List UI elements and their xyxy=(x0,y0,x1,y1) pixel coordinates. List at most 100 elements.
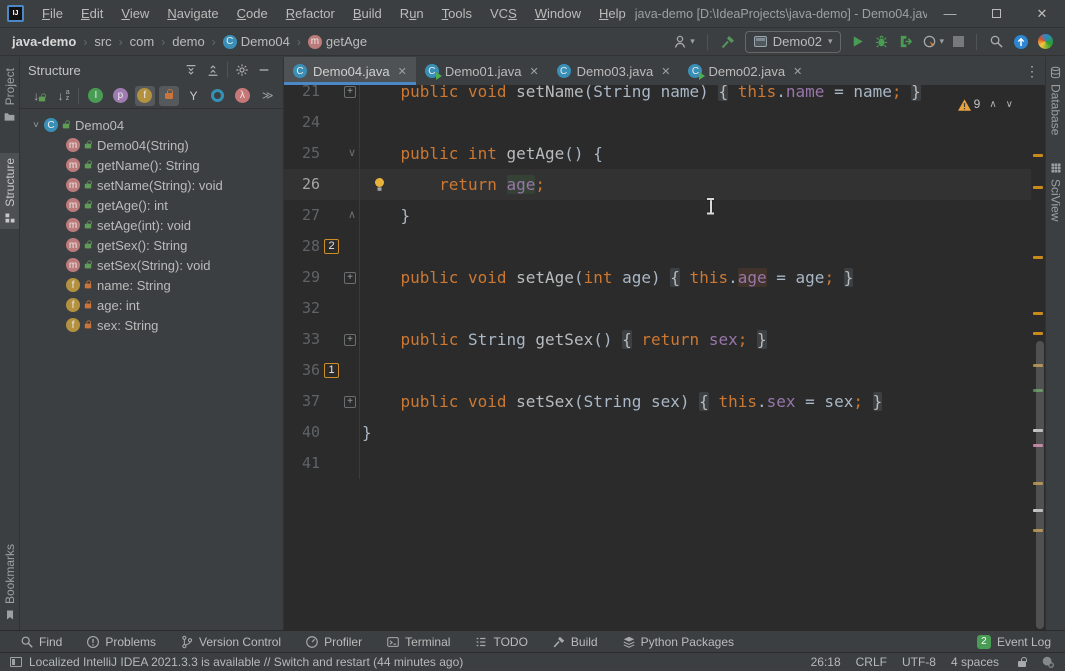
update-icon[interactable] xyxy=(1013,34,1029,50)
fold-marker[interactable]: ∨ xyxy=(348,138,356,169)
menu-navigate[interactable]: Navigate xyxy=(158,0,227,27)
show-lambdas-icon[interactable]: λ xyxy=(232,86,252,106)
structure-node[interactable]: ˅ C Demo04 xyxy=(20,115,283,135)
fold-marker[interactable]: + xyxy=(344,333,356,346)
minimize-button[interactable]: — xyxy=(927,0,973,27)
event-log-button[interactable]: 2 Event Log xyxy=(976,634,1057,649)
menu-edit[interactable]: Edit xyxy=(72,0,112,27)
code-line[interactable]: 26 return age; xyxy=(284,169,1031,200)
error-stripe-mark[interactable] xyxy=(1033,332,1043,335)
menu-vcs[interactable]: VCS xyxy=(481,0,526,27)
menu-window[interactable]: Window xyxy=(526,0,590,27)
error-stripe-mark[interactable] xyxy=(1033,186,1043,189)
code-line[interactable]: 32 xyxy=(284,293,1031,324)
maximize-button[interactable] xyxy=(973,0,1019,27)
fold-marker[interactable]: + xyxy=(344,395,356,408)
readonly-toggle-icon[interactable] xyxy=(1018,657,1027,667)
code-line[interactable]: 21 + public void setName(String name) { t… xyxy=(284,85,1031,107)
tool-tab-bookmarks[interactable]: Bookmarks xyxy=(0,539,19,626)
sort-alphabetically-icon[interactable]: ↓ a z xyxy=(50,86,70,106)
toolwindow-button-profiler[interactable]: Profiler xyxy=(293,631,374,652)
show-anonymous-icon[interactable] xyxy=(208,86,228,106)
menu-file[interactable]: File xyxy=(33,0,72,27)
indent-setting[interactable]: 4 spaces xyxy=(951,655,999,669)
structure-node[interactable]: f age: int xyxy=(20,295,283,315)
breadcrumb-item-demo04[interactable]: C Demo04 xyxy=(222,34,290,49)
structure-node[interactable]: m Demo04(String) xyxy=(20,135,283,155)
tool-tab-structure[interactable]: Structure xyxy=(0,153,19,229)
breadcrumb-item-getage[interactable]: m getAge xyxy=(307,34,367,49)
tab-demo01[interactable]: C Demo01.java ✕ xyxy=(416,57,548,85)
hide-panel-icon[interactable] xyxy=(253,60,275,80)
code-editor[interactable]: 21 + public void setName(String name) { t… xyxy=(284,85,1045,630)
close-icon[interactable]: ✕ xyxy=(398,65,407,78)
tool-tab-project[interactable]: Project xyxy=(0,63,19,128)
toolbox-icon[interactable] xyxy=(1038,34,1053,49)
show-fields-icon[interactable]: f xyxy=(134,85,155,106)
code-line[interactable]: 28 2 xyxy=(284,231,1031,262)
expand-all-icon[interactable] xyxy=(180,60,202,80)
close-button[interactable]: ✕ xyxy=(1019,0,1065,27)
tab-demo02[interactable]: C Demo02.java ✕ xyxy=(679,57,811,85)
bookmark-badge[interactable]: 1 xyxy=(324,363,339,378)
tab-demo03[interactable]: C Demo03.java ✕ xyxy=(548,57,680,85)
run-config-select[interactable]: Demo02 ▾ xyxy=(744,30,842,53)
menu-build[interactable]: Build xyxy=(344,0,391,27)
line-separator[interactable]: CRLF xyxy=(856,655,887,669)
menu-run[interactable]: Run xyxy=(391,0,433,27)
toolwindow-button-version-control[interactable]: Version Control xyxy=(168,631,293,652)
tool-tab-sciview[interactable]: SciView xyxy=(1046,157,1065,226)
breadcrumb-item-src[interactable]: src xyxy=(94,34,111,49)
structure-node[interactable]: m getAge(): int xyxy=(20,195,283,215)
toolwindow-button-build[interactable]: Build xyxy=(540,631,610,652)
caret-position[interactable]: 26:18 xyxy=(811,655,841,669)
breadcrumb-item-demo[interactable]: demo xyxy=(172,34,205,49)
collapse-all-icon[interactable] xyxy=(202,60,224,80)
prev-warning-icon[interactable]: ∧ xyxy=(989,89,996,120)
build-hammer-icon[interactable] xyxy=(720,34,736,50)
menu-refactor[interactable]: Refactor xyxy=(277,0,344,27)
structure-node[interactable]: m getSex(): String xyxy=(20,235,283,255)
inspection-widget[interactable]: 9 ∧ ∨ xyxy=(953,88,1017,121)
structure-node[interactable]: m setAge(int): void xyxy=(20,215,283,235)
run-icon[interactable] xyxy=(850,34,865,49)
gear-icon[interactable] xyxy=(231,60,253,80)
tool-tab-database[interactable]: Database xyxy=(1046,61,1065,140)
editor-scrollbar[interactable] xyxy=(1036,341,1044,629)
code-line[interactable]: 41 xyxy=(284,448,1031,479)
structure-node[interactable]: m getName(): String xyxy=(20,155,283,175)
file-encoding[interactable]: UTF-8 xyxy=(902,655,936,669)
structure-node[interactable]: m setSex(String): void xyxy=(20,255,283,275)
code-line[interactable]: 33 + public String getSex() { return sex;… xyxy=(284,324,1031,355)
status-message[interactable]: Localized IntelliJ IDEA 2021.3.3 is avai… xyxy=(10,655,463,669)
fold-marker[interactable]: + xyxy=(344,85,356,98)
code-line[interactable]: 37 + public void setSex(String sex) { thi… xyxy=(284,386,1031,417)
close-icon[interactable]: ✕ xyxy=(793,65,802,78)
close-icon[interactable]: ✕ xyxy=(529,65,538,78)
sort-by-visibility-icon[interactable]: ↓ xyxy=(26,86,47,106)
error-stripe-mark[interactable] xyxy=(1033,312,1043,315)
menu-code[interactable]: Code xyxy=(228,0,277,27)
tab-demo04[interactable]: C Demo04.java ✕ xyxy=(284,57,416,85)
settings-gear-icon[interactable] xyxy=(1041,655,1055,669)
show-non-public-icon[interactable] xyxy=(158,85,180,106)
toolwindow-button-python-packages[interactable]: Python Packages xyxy=(610,631,746,652)
next-warning-icon[interactable]: ∨ xyxy=(1006,89,1013,120)
show-properties-icon[interactable]: p xyxy=(110,86,130,106)
more-filters-icon[interactable]: ≫ xyxy=(257,86,277,106)
error-stripe-mark[interactable] xyxy=(1033,256,1043,259)
code-line[interactable]: 27 ∧ } xyxy=(284,200,1031,231)
fold-marker[interactable]: ∧ xyxy=(348,200,356,231)
code-line[interactable]: 29 + public void setAge(int age) { this.a… xyxy=(284,262,1031,293)
code-line[interactable]: 25 ∨ public int getAge() { xyxy=(284,138,1031,169)
intention-bulb-icon[interactable] xyxy=(373,177,386,192)
avatar-icon[interactable]: ▾ xyxy=(672,34,695,50)
bookmark-badge[interactable]: 2 xyxy=(324,239,339,254)
profiler-icon[interactable]: ▾ xyxy=(922,34,944,49)
show-inherited-icon[interactable]: I xyxy=(86,86,106,106)
tab-options-icon[interactable]: ⋮ xyxy=(1025,57,1039,85)
code-line[interactable]: 36 1 xyxy=(284,355,1031,386)
coverage-icon[interactable] xyxy=(898,34,913,49)
structure-node[interactable]: m setName(String): void xyxy=(20,175,283,195)
code-line[interactable]: 40} xyxy=(284,417,1031,448)
